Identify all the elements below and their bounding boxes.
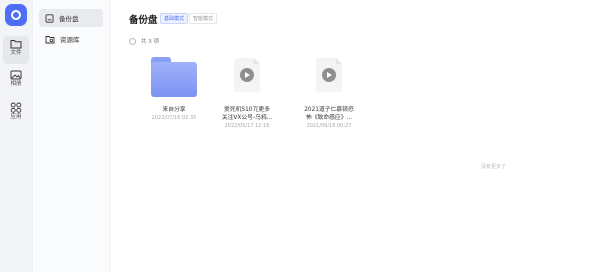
rail-item-label: 相册 (10, 81, 22, 87)
photo-icon (10, 70, 22, 80)
file-name-line2: 关注VX公号-乌鸦... (221, 115, 273, 121)
rail-item-apps[interactable]: 应用 (3, 99, 29, 127)
no-more-text: 没有更多了 (481, 164, 507, 170)
select-all-radio[interactable] (129, 37, 136, 45)
app-logo-icon[interactable] (5, 4, 27, 26)
main-content: 备份盘 基础模式 智能模式 共 3 项 来自分享 2022/07/16 02:3… (111, 0, 600, 272)
file-name: 2021道子仁慕顿恐 (304, 107, 354, 113)
file-card[interactable]: 2021道子仁慕顿恐 怖《致命感应》... 2021/09/18 00:27 (289, 54, 369, 129)
file-date: 2022/07/16 02:35 (151, 115, 197, 121)
apps-icon (10, 102, 22, 113)
smart-mode-button[interactable]: 智能模式 (189, 13, 218, 24)
folder-icon (10, 40, 22, 49)
rail-item-photos[interactable]: 相册 (3, 67, 29, 95)
backup-drive-icon (45, 13, 54, 23)
file-name: 爱死机S107[更多 (224, 107, 270, 113)
item-count: 共 3 项 (141, 39, 159, 45)
sidebar-item-label: 备份盘 (59, 15, 79, 23)
file-card[interactable]: 来自分享 2022/07/16 02:35 (134, 54, 214, 121)
folder-thumbnail-icon (144, 54, 204, 104)
play-icon (322, 68, 336, 82)
sidebar-item-backup[interactable]: 备份盘 (39, 9, 103, 27)
file-card[interactable]: 爱死机S107[更多 关注VX公号-乌鸦... 2022/05/17 12:16 (207, 54, 287, 129)
sidebar-item-label: 资源库 (60, 36, 80, 44)
app-rail: 文件 相册 应用 (0, 0, 33, 272)
play-icon (240, 68, 254, 82)
sidebar-item-resources[interactable]: 资源库 (39, 30, 103, 48)
rail-item-label: 应用 (10, 114, 22, 120)
resource-library-icon (45, 35, 55, 43)
file-name: 来自分享 (162, 107, 186, 113)
basic-mode-button[interactable]: 基础模式 (160, 13, 189, 24)
page-title: 备份盘 (129, 15, 158, 26)
file-name-line2: 怖《致命感应》... (305, 115, 353, 121)
rail-item-files[interactable]: 文件 (3, 36, 29, 64)
sidebar: 备份盘 资源库 (34, 0, 110, 272)
video-thumbnail-icon (217, 54, 277, 104)
select-all-row: 共 3 项 (129, 37, 159, 45)
rail-item-label: 文件 (10, 50, 22, 56)
file-date: 2022/05/17 12:16 (224, 123, 270, 129)
file-date: 2021/09/18 00:27 (306, 123, 352, 129)
video-thumbnail-icon (299, 54, 359, 104)
